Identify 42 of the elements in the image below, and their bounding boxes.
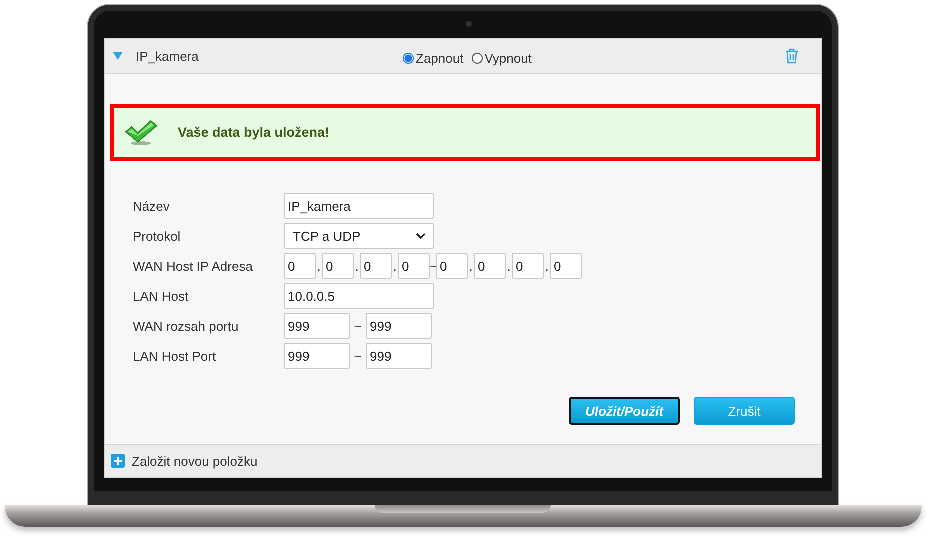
port-field[interactable]: 999 [284, 313, 350, 339]
field-label: Název [133, 198, 171, 214]
ip-octet-field[interactable]: 0 [550, 253, 582, 279]
separator-text: . [392, 258, 398, 274]
entry-name: IP_kamera [136, 48, 199, 64]
port-field[interactable]: 999 [366, 313, 432, 339]
radio-button[interactable] [472, 52, 483, 64]
separator-text: . [468, 258, 474, 274]
separator-text: ~ [353, 348, 363, 364]
field-label: LAN Host [133, 288, 190, 304]
chevron-icon [416, 233, 426, 239]
radio-label[interactable]: Vypnout [484, 50, 532, 66]
trash-icon[interactable] [785, 48, 799, 64]
separator-text: . [544, 258, 550, 274]
ip-octet-field[interactable]: 0 [322, 253, 354, 279]
ip-octet-field[interactable]: 0 [360, 253, 392, 279]
radio-button[interactable] [403, 52, 414, 64]
ip-octet-field[interactable]: 0 [474, 253, 506, 279]
success-message: Vaše data byla uložena! [178, 125, 330, 140]
separator-text: ~ [353, 318, 363, 334]
ip-octet-field[interactable]: 0 [436, 253, 468, 279]
separator-text: . [354, 258, 360, 274]
separator-text: . [316, 258, 322, 274]
field-label: Protokol [133, 228, 182, 244]
add-item-link[interactable]: Založit novou položku [132, 454, 258, 468]
protocol-dropdown[interactable]: TCP a UDP [284, 223, 434, 249]
check-icon [124, 120, 158, 146]
radio-label[interactable]: Zapnout [416, 50, 464, 66]
text-field[interactable]: IP_kamera [284, 193, 434, 219]
ip-octet-field[interactable]: 0 [284, 253, 316, 279]
field-label: WAN rozsah portu [133, 318, 240, 334]
text-field[interactable]: 10.0.0.5 [284, 283, 434, 309]
field-label: LAN Host Port [133, 348, 218, 364]
separator-text: . [506, 258, 512, 274]
field-label: WAN Host IP Adresa [133, 258, 254, 274]
ip-octet-field[interactable]: 0 [512, 253, 544, 279]
port-field[interactable]: 999 [366, 343, 432, 369]
plus-icon[interactable] [111, 454, 125, 468]
port-field[interactable]: 999 [284, 343, 350, 369]
camera-icon [466, 21, 472, 27]
collapse-triangle-icon[interactable] [113, 51, 123, 61]
ip-octet-field[interactable]: 0 [398, 253, 430, 279]
